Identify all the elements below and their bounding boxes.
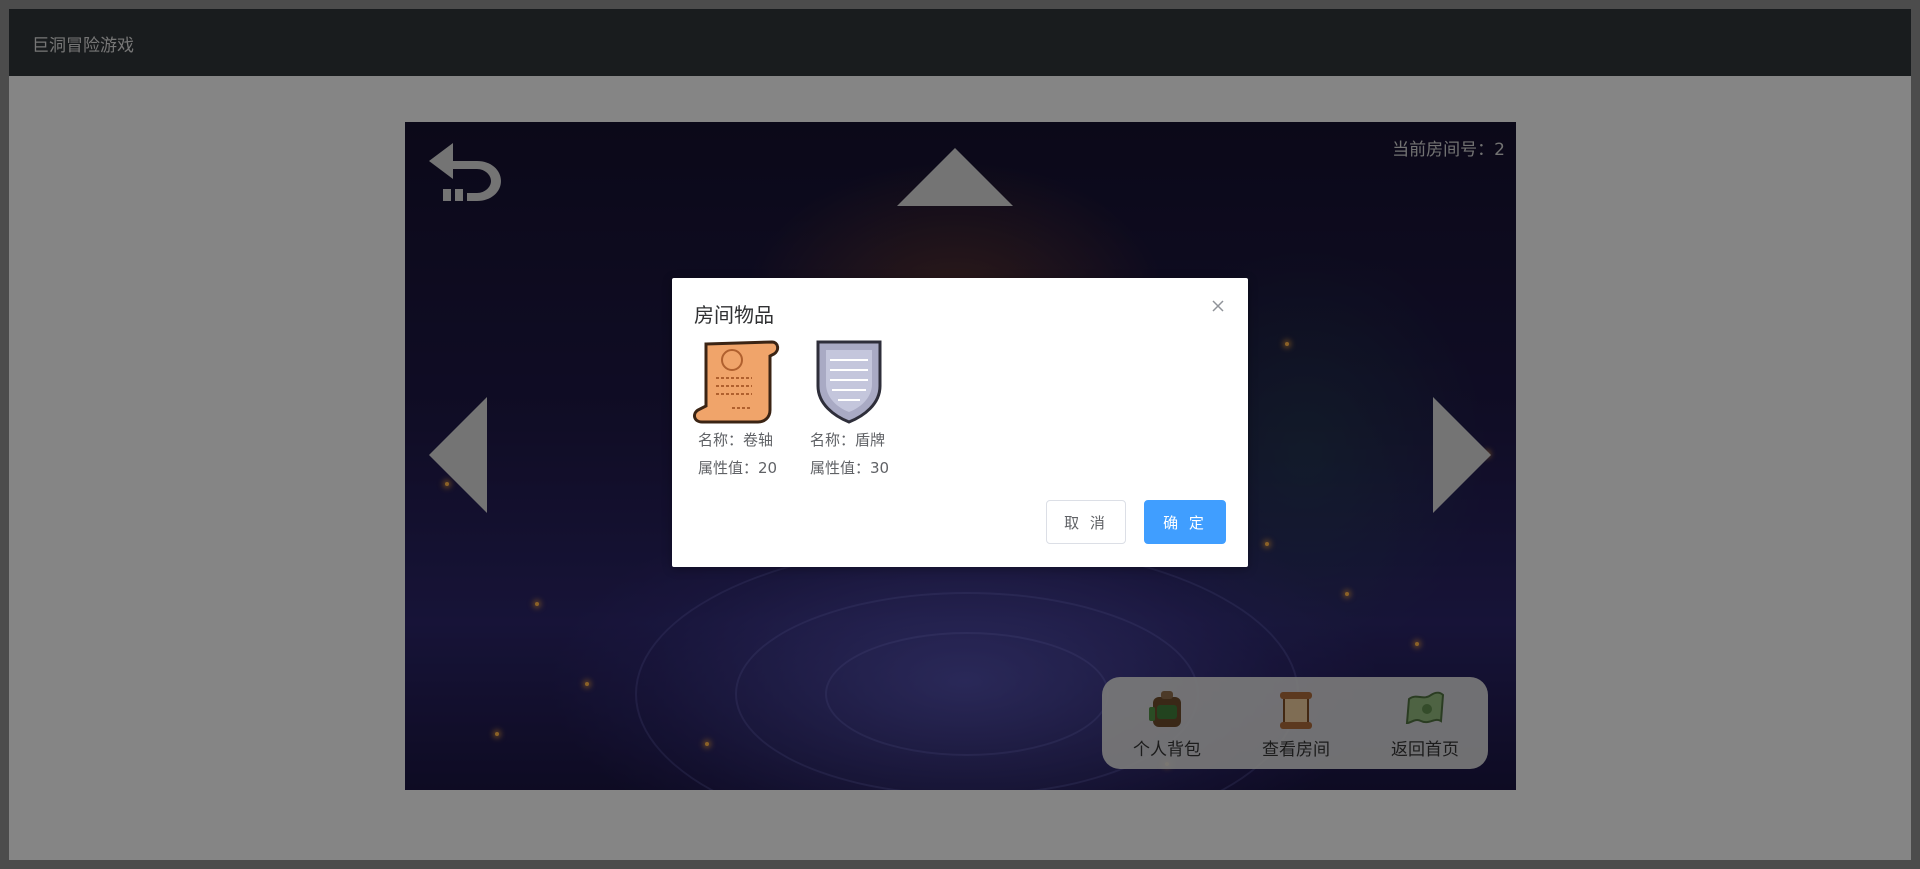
item-name: 名称：卷轴 [698, 431, 774, 449]
cancel-button[interactable]: 取 消 [1046, 500, 1126, 544]
item-attribute: 属性值：30 [810, 459, 890, 477]
dialog-title: 房间物品 [694, 303, 774, 327]
close-icon[interactable] [1210, 298, 1226, 314]
confirm-button[interactable]: 确 定 [1144, 500, 1226, 544]
item-card[interactable]: 名称：盾牌 属性值：30 [804, 336, 914, 482]
item-name: 名称：盾牌 [810, 431, 886, 449]
room-items-dialog: 房间物品 名称：卷轴 属性值：20 名称：盾牌 属性值：30 取 消 确 定 [672, 278, 1248, 567]
shield-icon [816, 340, 882, 424]
item-card[interactable]: 名称：卷轴 属性值：20 [692, 336, 802, 482]
item-attribute: 属性值：20 [698, 459, 778, 477]
scroll-icon [693, 340, 780, 424]
